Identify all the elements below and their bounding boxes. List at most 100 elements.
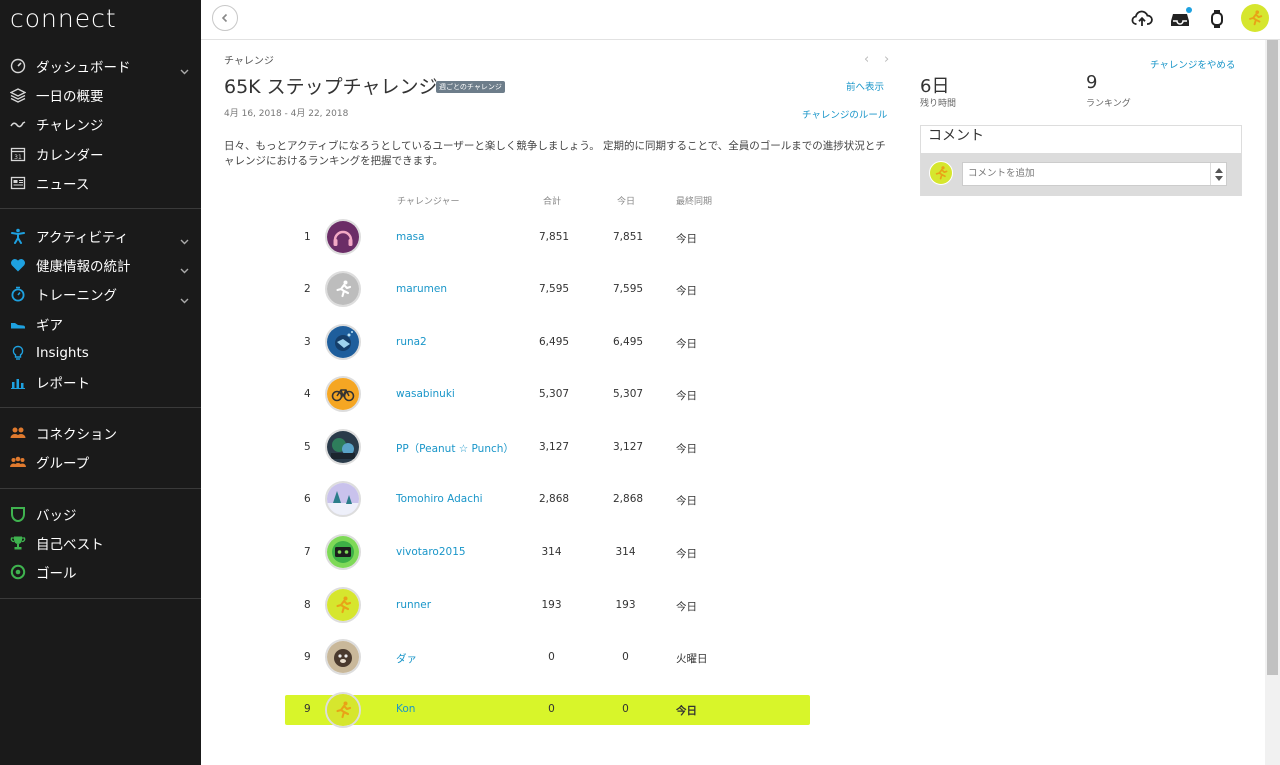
rank-number: 4 (304, 388, 311, 400)
diver-avatar[interactable] (325, 324, 361, 360)
total-steps: 0 (548, 651, 555, 663)
rank-number: 8 (304, 599, 311, 611)
sidebar-item-speedometer[interactable]: ダッシュボード (0, 51, 201, 80)
sidebar-item-label: ニュース (36, 176, 90, 193)
last-sync: 今日 (676, 601, 697, 613)
challenger-name[interactable]: runner (396, 599, 431, 611)
sidebar-item-calendar[interactable]: 31 カレンダー (0, 139, 201, 168)
snow-trees-avatar[interactable] (325, 481, 361, 517)
sidebar: connect ダッシュボード 一日の概要チャレンジ 31 カレンダーニュースアクティ… (0, 0, 201, 765)
inbox-icon[interactable] (1168, 7, 1192, 31)
challenger-name[interactable]: masa (396, 231, 425, 243)
speedometer-icon (10, 58, 26, 74)
challenger-name[interactable]: Kon (396, 703, 415, 715)
leaderboard-row: 7 vivotaro2015 314 314 今日 (285, 526, 810, 578)
activity-person-icon (10, 228, 26, 244)
challenger-name[interactable]: vivotaro2015 (396, 546, 466, 558)
comment-input[interactable]: コメントを追加 (962, 162, 1227, 186)
chevron-down-icon[interactable] (180, 289, 189, 308)
sidebar-item-newspaper[interactable]: ニュース (0, 168, 201, 197)
challenger-name[interactable]: ダァ (396, 651, 417, 666)
runner-yellow-avatar[interactable] (325, 587, 361, 623)
sidebar-item-wave[interactable]: チャレンジ (0, 110, 201, 139)
comments-title: コメント (928, 128, 984, 144)
breadcrumb[interactable]: チャレンジ (224, 52, 274, 67)
sidebar-group: コネクション グループ (0, 418, 201, 477)
headphones-avatar[interactable] (325, 219, 361, 255)
comments-panel: コメント コメントを追加 (920, 125, 1242, 196)
challenger-name[interactable]: PP（Peanut ☆ Punch） (396, 441, 514, 456)
notification-dot (1186, 7, 1192, 13)
sidebar-item-target[interactable]: ゴール (0, 558, 201, 587)
challenger-name[interactable]: runa2 (396, 336, 427, 348)
cassette-avatar[interactable] (325, 534, 361, 570)
total-steps: 0 (548, 703, 555, 715)
sidebar-item-heart[interactable]: 健康情報の統計 (0, 250, 201, 279)
today-steps: 3,127 (613, 441, 644, 453)
chevron-down-icon[interactable] (180, 60, 189, 79)
sidebar-item-group[interactable]: グループ (0, 447, 201, 476)
leaderboard-row: 9 ダァ 0 0 火曜日 (285, 631, 810, 683)
bicycle-avatar[interactable] (325, 376, 361, 412)
dog-avatar[interactable] (325, 639, 361, 675)
today-steps: 7,851 (613, 231, 644, 243)
sidebar-item-label: ギア (36, 317, 63, 334)
last-sync: 今日 (676, 443, 697, 455)
prev-page-icon[interactable]: ‹ (864, 52, 869, 67)
sidebar-item-layers[interactable]: 一日の概要 (0, 80, 201, 109)
group-icon (10, 454, 26, 470)
rank-number: 6 (304, 493, 311, 505)
last-sync: 火曜日 (676, 653, 708, 665)
watch-icon[interactable] (1205, 7, 1229, 31)
sidebar-item-badge-shield[interactable]: バッジ (0, 499, 201, 528)
total-steps: 6,495 (539, 336, 570, 348)
photo-avatar[interactable] (325, 429, 361, 465)
sidebar-item-trophy[interactable]: 自己ベスト (0, 528, 201, 557)
sidebar-item-label: トレーニング (36, 288, 117, 305)
profile-avatar[interactable] (1241, 4, 1269, 32)
chevron-down-icon[interactable] (180, 259, 189, 278)
total-steps: 314 (541, 546, 562, 558)
sidebar-item-shoe[interactable]: ギア (0, 309, 201, 338)
rank-number: 7 (304, 546, 311, 558)
leaderboard-row: 5 PP（Peanut ☆ Punch） 3,127 3,127 今日 (285, 421, 810, 473)
today-steps: 2,868 (613, 493, 644, 505)
runner-yellow-avatar[interactable] (325, 692, 361, 728)
view-previous-link[interactable]: 前へ表示 (846, 79, 884, 93)
leaderboard-row: 1 masa 7,851 7,851 今日 (285, 211, 810, 263)
today-steps: 5,307 (613, 388, 644, 400)
sidebar-item-lightbulb[interactable]: Insights (0, 338, 201, 367)
leaderboard-row: 8 runner 193 193 今日 (285, 579, 810, 631)
sidebar-item-label: チャレンジ (36, 118, 104, 135)
sidebar-item-activity-person[interactable]: アクティビティ (0, 221, 201, 250)
rank-number: 9 (304, 703, 311, 715)
challenge-rules-link[interactable]: チャレンジのルール (802, 107, 887, 121)
upload-cloud-icon[interactable] (1130, 7, 1154, 31)
next-page-icon[interactable]: › (884, 52, 889, 67)
sidebar-item-stopwatch[interactable]: トレーニング (0, 280, 201, 309)
last-sync: 今日 (676, 285, 697, 297)
rank-number: 5 (304, 441, 311, 453)
caret-up-icon[interactable] (1214, 167, 1223, 173)
challenger-name[interactable]: wasabinuki (396, 388, 455, 400)
quit-challenge-link[interactable]: チャレンジをやめる (1150, 57, 1235, 71)
today-steps: 314 (615, 546, 636, 558)
scrollbar[interactable] (1265, 40, 1280, 765)
runner-gray-avatar[interactable] (325, 271, 361, 307)
connect-logo[interactable]: connect (10, 4, 117, 33)
total-steps: 2,868 (539, 493, 570, 505)
sidebar-item-connections[interactable]: コネクション (0, 418, 201, 447)
back-button[interactable] (212, 5, 238, 31)
scrollbar-thumb[interactable] (1267, 40, 1278, 675)
sidebar-group: ダッシュボード 一日の概要チャレンジ 31 カレンダーニュース (0, 51, 201, 197)
comment-spinner[interactable] (1210, 163, 1226, 185)
sidebar-item-bar-chart[interactable]: レポート (0, 367, 201, 396)
challenger-name[interactable]: Tomohiro Adachi (396, 493, 483, 505)
caret-down-icon[interactable] (1214, 175, 1223, 181)
sidebar-divider (0, 208, 201, 209)
total-steps: 7,851 (539, 231, 570, 243)
connections-icon (10, 425, 26, 441)
chevron-down-icon[interactable] (180, 230, 189, 249)
challenger-name[interactable]: marumen (396, 283, 447, 295)
leaderboard-row: 3 runa2 6,495 6,495 今日 (285, 316, 810, 368)
